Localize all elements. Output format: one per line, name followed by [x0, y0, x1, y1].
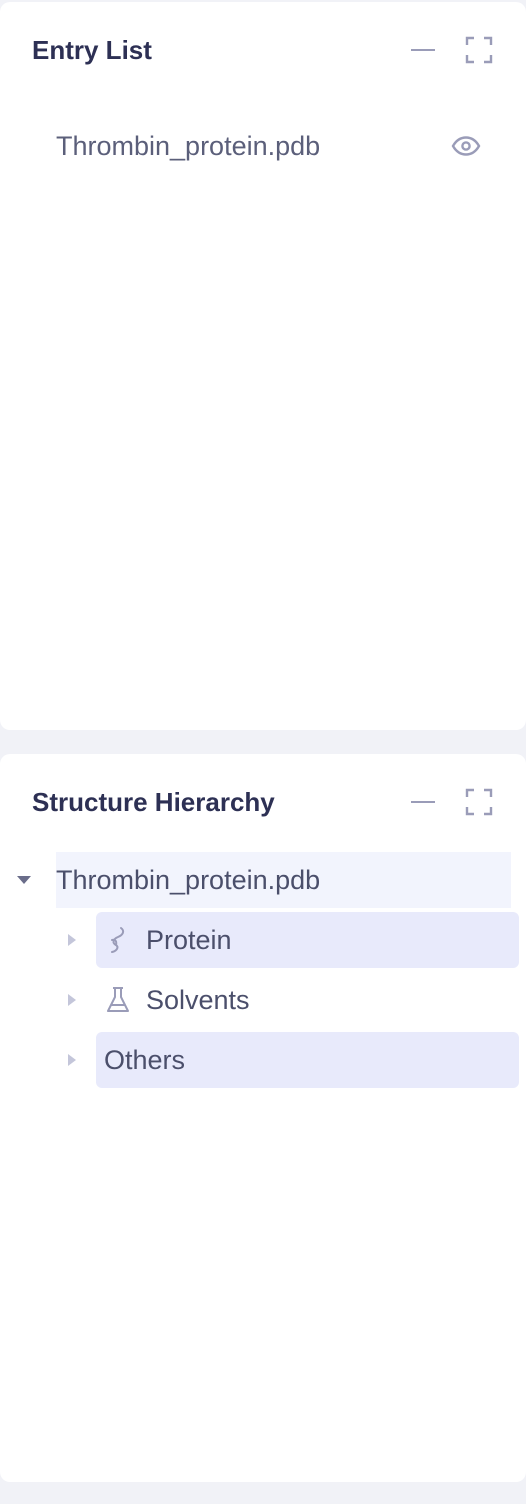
structure-hierarchy-panel: Structure Hierarchy Thrombin_protein.pdb — [0, 754, 526, 1482]
protein-icon — [104, 926, 132, 954]
maximize-button[interactable] — [464, 787, 494, 817]
maximize-button[interactable] — [464, 35, 494, 65]
maximize-icon — [465, 36, 493, 64]
tree-node-label: Protein — [146, 924, 232, 955]
caret-right-icon — [68, 994, 76, 1006]
eye-icon — [451, 136, 481, 156]
entry-list-panel: Entry List Thrombin_protein.pdb — [0, 2, 526, 730]
caret-right-icon — [68, 934, 76, 946]
entry-item-name: Thrombin_protein.pdb — [56, 130, 321, 161]
minimize-icon — [411, 801, 435, 803]
minimize-button[interactable] — [408, 35, 438, 65]
tree-node-label: Others — [104, 1044, 186, 1075]
tree-node-label: Solvents — [146, 984, 250, 1015]
entry-list-title: Entry List — [32, 35, 152, 65]
minimize-icon — [411, 49, 435, 51]
tree-node-solvents[interactable]: Solvents — [96, 972, 519, 1028]
tree-node-protein[interactable]: Protein — [96, 912, 519, 968]
caret-down-icon — [17, 876, 31, 884]
root-collapse-caret[interactable] — [14, 870, 34, 890]
tree-node-others[interactable]: Others — [96, 1032, 519, 1088]
entry-item[interactable]: Thrombin_protein.pdb — [56, 122, 496, 170]
visibility-toggle[interactable] — [450, 132, 482, 160]
maximize-icon — [465, 788, 493, 816]
flask-icon — [104, 986, 132, 1014]
tree-root-node[interactable]: Thrombin_protein.pdb — [56, 852, 511, 908]
caret-right-icon — [68, 1054, 76, 1066]
minimize-button[interactable] — [408, 787, 438, 817]
protein-expand-caret[interactable] — [62, 930, 82, 950]
others-expand-caret[interactable] — [62, 1050, 82, 1070]
solvents-expand-caret[interactable] — [62, 990, 82, 1010]
structure-hierarchy-title: Structure Hierarchy — [32, 787, 275, 817]
tree-root-label: Thrombin_protein.pdb — [56, 864, 321, 895]
